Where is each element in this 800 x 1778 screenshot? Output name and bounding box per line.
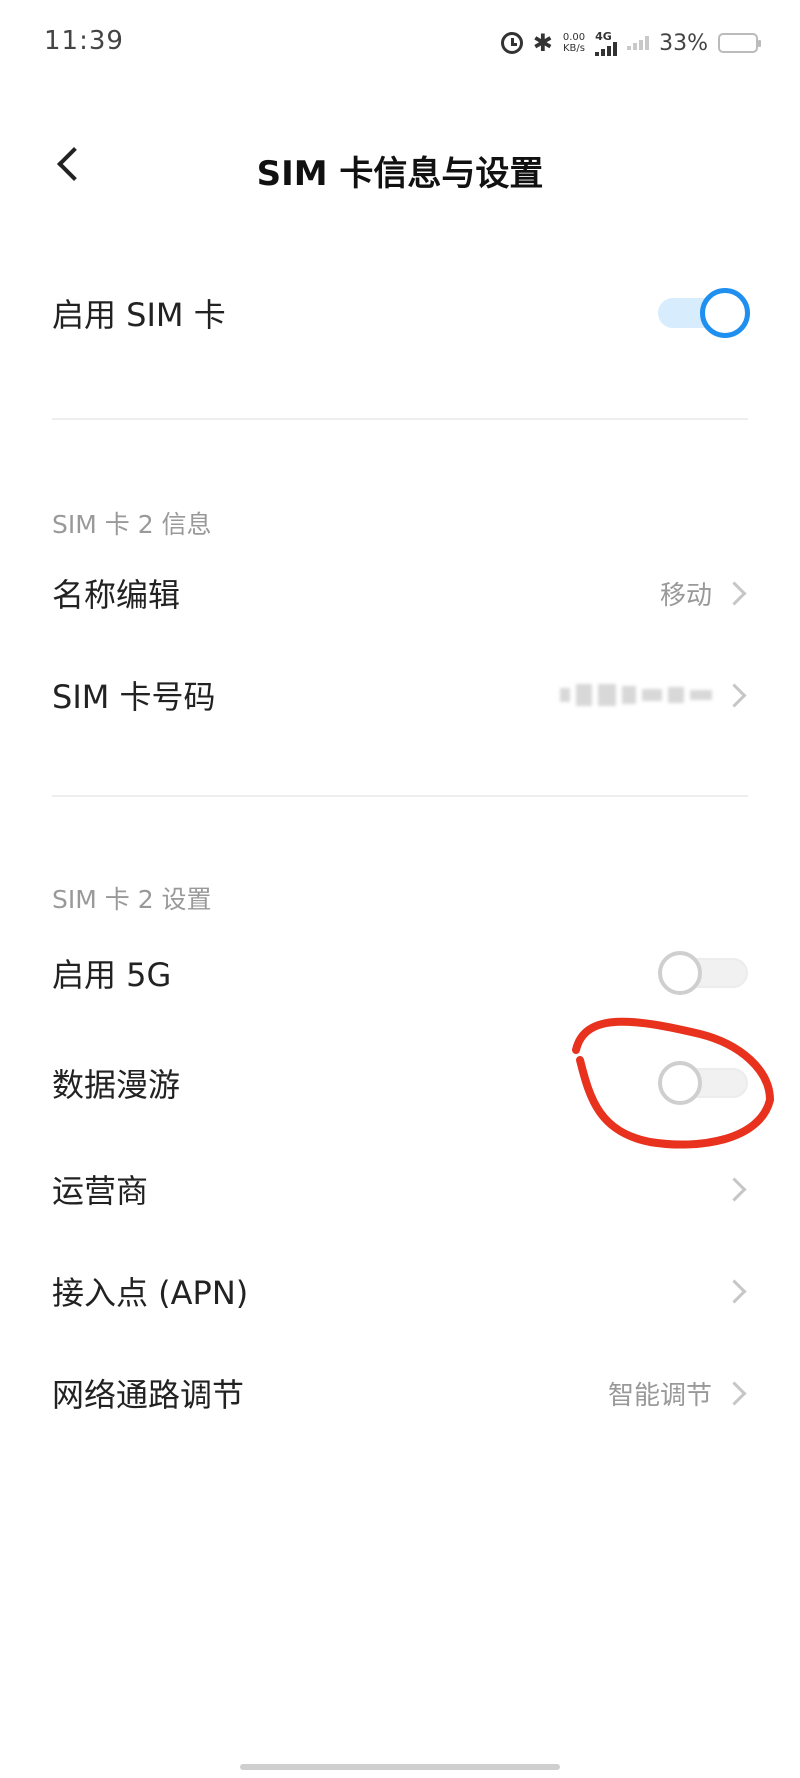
net-speed: 0.00 KB/s — [563, 32, 585, 54]
settings-section-title: SIM 卡 2 设置 — [52, 885, 212, 914]
alarm-icon — [500, 32, 523, 54]
bluetooth-icon: ✱ — [532, 29, 553, 57]
data-roaming-label: 数据漫游 — [52, 1066, 181, 1104]
status-time: 11:39 — [44, 26, 124, 56]
chevron-right-icon — [726, 582, 748, 604]
network-path-row[interactable]: 网络通路调节 智能调节 — [52, 1368, 748, 1418]
carrier-row[interactable]: 运营商 — [52, 1164, 748, 1214]
divider — [52, 795, 748, 797]
chevron-right-icon — [726, 1382, 748, 1404]
status-bar: 11:39 ✱ 0.00 KB/s 4G 33% — [0, 0, 800, 90]
battery-icon — [718, 33, 761, 53]
carrier-label: 运营商 — [52, 1172, 149, 1210]
enable-5g-toggle[interactable] — [658, 950, 748, 996]
sim-number-label: SIM 卡号码 — [52, 678, 216, 716]
home-indicator — [240, 1764, 560, 1770]
net-speed-unit: KB/s — [562, 43, 585, 54]
signal-icon: 4G — [595, 29, 618, 56]
network-path-value: 智能调节 — [607, 1380, 712, 1411]
network-path-label: 网络通路调节 — [52, 1376, 245, 1414]
enable-5g-label: 启用 5G — [52, 956, 172, 994]
chevron-right-icon — [726, 1280, 748, 1302]
battery-percent: 33% — [659, 30, 708, 56]
data-roaming-row[interactable]: 数据漫游 — [52, 1058, 748, 1108]
name-edit-row[interactable]: 名称编辑 移动 — [52, 568, 748, 618]
chevron-right-icon — [726, 1178, 748, 1200]
data-roaming-toggle[interactable] — [658, 1060, 748, 1106]
name-edit-label: 名称编辑 — [52, 576, 181, 614]
page-title: SIM 卡信息与设置 — [256, 154, 544, 194]
enable-sim-label: 启用 SIM 卡 — [52, 296, 226, 334]
sim-number-masked — [560, 684, 712, 706]
sim-number-row[interactable]: SIM 卡号码 — [52, 670, 748, 720]
apn-row[interactable]: 接入点 (APN) — [52, 1266, 748, 1316]
enable-5g-row[interactable]: 启用 5G — [52, 948, 748, 998]
net-speed-value: 0.00 — [562, 32, 586, 43]
network-type: 4G — [595, 29, 612, 43]
chevron-right-icon — [726, 684, 748, 706]
divider — [52, 418, 748, 420]
status-icons: ✱ 0.00 KB/s 4G 33% — [500, 28, 761, 58]
signal-bars-sim2 — [627, 36, 650, 50]
header: SIM 卡信息与设置 — [0, 120, 800, 210]
enable-sim-toggle[interactable] — [658, 288, 750, 338]
apn-label: 接入点 (APN) — [52, 1274, 249, 1312]
enable-sim-row[interactable]: 启用 SIM 卡 — [52, 282, 750, 344]
signal-bars-sim1 — [595, 41, 618, 56]
name-edit-value: 移动 — [659, 580, 712, 611]
info-section-title: SIM 卡 2 信息 — [52, 510, 212, 539]
